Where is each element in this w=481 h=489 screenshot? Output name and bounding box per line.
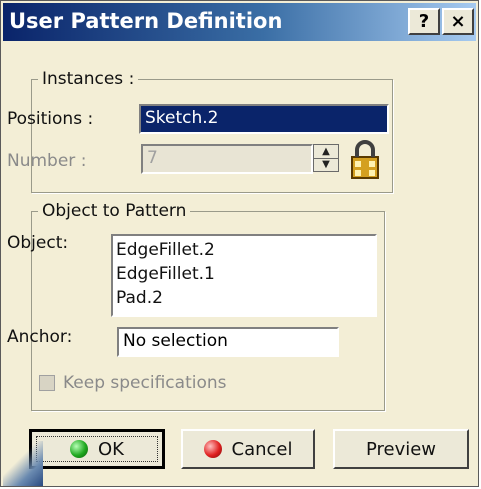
help-button[interactable]: ? <box>408 8 440 35</box>
object-list[interactable]: EdgeFillet.2 EdgeFillet.1 Pad.2 <box>111 234 377 317</box>
positions-label: Positions : <box>7 109 94 129</box>
cancel-label: Cancel <box>231 438 293 460</box>
red-ball-icon <box>203 440 222 458</box>
user-pattern-dialog: User Pattern Definition ? × Instances : … <box>0 0 479 487</box>
keep-specifications-label: Keep specifications <box>63 373 227 393</box>
number-label: Number : <box>7 151 87 171</box>
spinner-down-icon[interactable]: ▼ <box>314 158 338 171</box>
list-item[interactable]: Pad.2 <box>116 286 372 310</box>
title-bar[interactable]: User Pattern Definition ? × <box>3 3 476 41</box>
instances-legend: Instances : <box>42 69 135 89</box>
background-corner-decoration <box>3 441 43 486</box>
cancel-button[interactable]: Cancel <box>181 429 315 469</box>
positions-field[interactable]: Sketch.2 <box>139 104 389 134</box>
list-item[interactable]: EdgeFillet.2 <box>116 238 372 262</box>
object-label: Object: <box>7 233 69 253</box>
ok-label: OK <box>98 438 124 460</box>
green-ball-icon <box>70 440 88 458</box>
spinner-up-icon[interactable]: ▲ <box>314 145 338 159</box>
number-field[interactable]: 7 <box>141 144 313 174</box>
anchor-field[interactable]: No selection <box>117 327 339 357</box>
close-button[interactable]: × <box>442 8 474 35</box>
keep-specifications-checkbox[interactable] <box>39 375 55 391</box>
lock-icon[interactable] <box>343 139 389 181</box>
object-group-legend: Object to Pattern <box>42 201 187 221</box>
ok-button[interactable]: OK <box>29 429 165 469</box>
preview-label: Preview <box>365 438 437 460</box>
window-title: User Pattern Definition <box>9 9 283 33</box>
number-spinner[interactable]: ▲ ▼ <box>313 144 339 172</box>
list-item[interactable]: EdgeFillet.1 <box>116 262 372 286</box>
preview-button[interactable]: Preview <box>333 429 469 469</box>
anchor-label: Anchor: <box>7 327 73 347</box>
